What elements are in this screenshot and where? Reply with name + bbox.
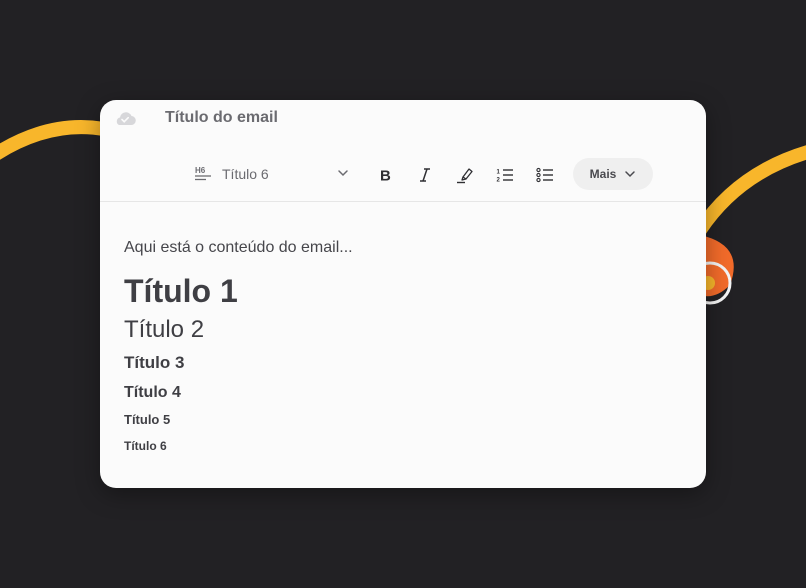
heading-1: Título 1 bbox=[124, 273, 238, 309]
bold-button[interactable]: B bbox=[372, 162, 398, 188]
svg-text:1: 1 bbox=[497, 170, 501, 176]
svg-text:2: 2 bbox=[497, 178, 501, 184]
more-label: Mais bbox=[589, 167, 617, 181]
more-options-button[interactable]: Mais bbox=[573, 158, 653, 190]
email-body-editor[interactable]: Aqui está o conteúdo do email... Título … bbox=[124, 238, 684, 454]
highlight-button[interactable] bbox=[452, 162, 478, 188]
body-paragraph: Aqui está o conteúdo do email... bbox=[124, 239, 353, 256]
bullet-list-icon bbox=[536, 167, 553, 183]
chevron-down-icon bbox=[338, 170, 348, 177]
yellow-arc-right bbox=[693, 145, 806, 237]
heading-2: Título 2 bbox=[124, 316, 205, 343]
bullet-list-button[interactable] bbox=[532, 162, 558, 188]
h6-icon: H6 bbox=[195, 166, 211, 181]
heading-level-select[interactable]: H6 Título 6 bbox=[190, 160, 360, 188]
cloud-check-icon bbox=[116, 112, 136, 126]
toolbar-divider bbox=[100, 201, 706, 202]
heading-4: Título 4 bbox=[124, 384, 181, 401]
bold-icon: B bbox=[380, 168, 391, 185]
svg-text:H6: H6 bbox=[195, 166, 206, 175]
email-subject-input[interactable]: Título do email bbox=[165, 109, 278, 127]
heading-5: Título 5 bbox=[124, 412, 171, 427]
ordered-list-button[interactable]: 1 2 bbox=[492, 162, 518, 188]
heading-6: Título 6 bbox=[124, 439, 167, 453]
italic-icon bbox=[420, 168, 430, 182]
chevron-down-icon bbox=[625, 171, 636, 178]
heading-select-value: Título 6 bbox=[222, 166, 269, 182]
ordered-list-icon: 1 2 bbox=[497, 169, 513, 184]
svg-text:B: B bbox=[380, 168, 391, 185]
heading-3: Título 3 bbox=[124, 353, 185, 372]
italic-button[interactable] bbox=[412, 162, 438, 188]
highlighter-icon bbox=[457, 168, 473, 184]
